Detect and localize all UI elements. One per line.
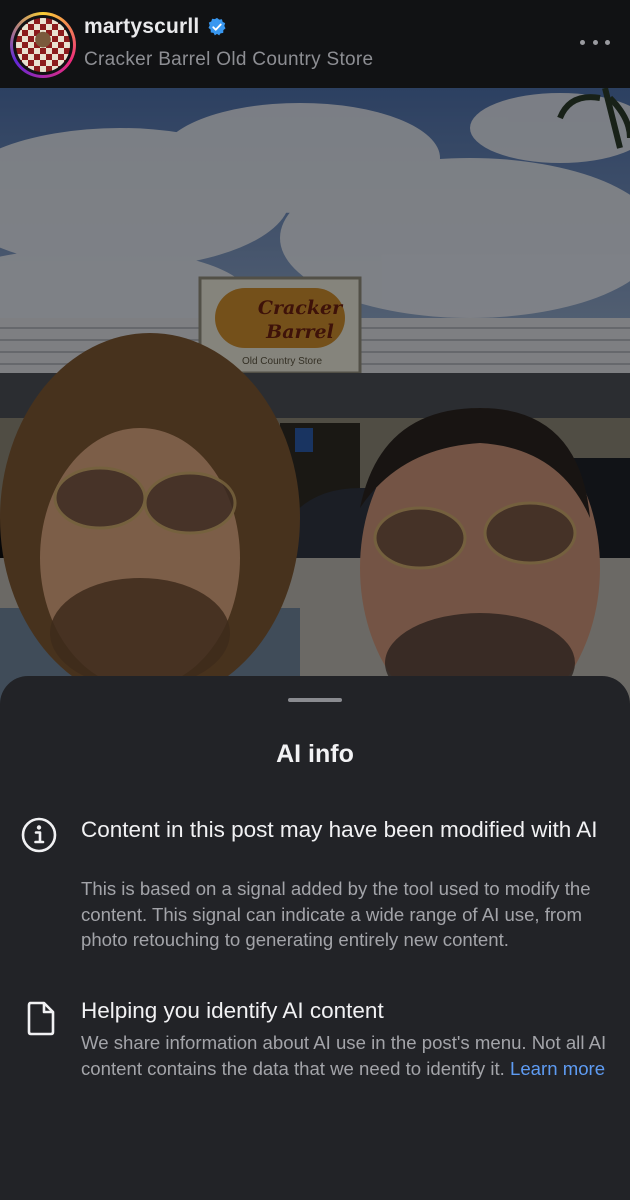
avatar[interactable] — [10, 12, 76, 78]
photo-dim-overlay — [0, 88, 630, 708]
post-photo[interactable]: Cracker Barrel Old Country Store — [0, 88, 630, 708]
document-icon — [27, 1001, 55, 1036]
sheet-drag-handle[interactable] — [288, 698, 342, 702]
location-link[interactable]: Cracker Barrel Old Country Store — [84, 49, 373, 71]
post-header: martyscurll Cracker Barrel Old Country S… — [0, 0, 630, 88]
info-row-title: Content in this post may have been modif… — [81, 817, 598, 842]
info-row-body: This is based on a signal added by the t… — [81, 878, 591, 950]
info-circle-icon — [21, 817, 57, 853]
more-horizontal-icon — [592, 39, 598, 45]
sheet-title: AI info — [276, 740, 354, 768]
avatar-border — [13, 15, 73, 75]
info-row-body: We share information about AI use in the… — [81, 1030, 612, 1081]
more-options-button[interactable] — [580, 30, 610, 54]
learn-more-link[interactable]: Learn more — [510, 1058, 605, 1079]
screen: martyscurll Cracker Barrel Old Country S… — [0, 0, 630, 1200]
ai-info-sheet: AI info Content in this post may have be… — [0, 676, 630, 1200]
verified-badge-icon — [208, 17, 226, 36]
more-horizontal-icon — [580, 39, 585, 45]
avatar-image — [16, 18, 70, 72]
more-horizontal-icon — [605, 39, 610, 45]
username[interactable]: martyscurll — [84, 15, 199, 39]
info-row-title: Helping you identify AI content — [81, 998, 384, 1023]
username-row: martyscurll — [84, 15, 227, 39]
